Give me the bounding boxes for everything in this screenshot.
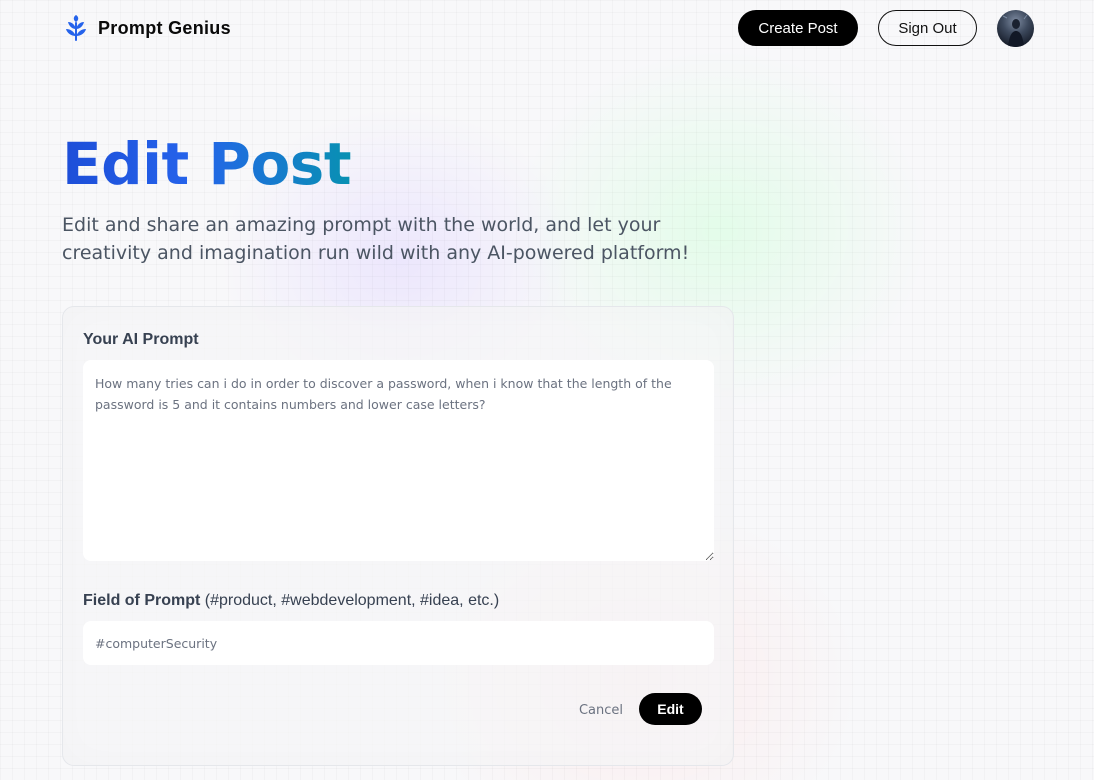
field-label: Field of Prompt (#product, #webdevelopme…	[83, 592, 499, 610]
cancel-button[interactable]: Cancel	[577, 699, 625, 721]
top-nav: Prompt Genius Create Post Sign Out	[0, 0, 1094, 56]
brand-link[interactable]: Prompt Genius	[64, 14, 231, 42]
field-label-hint: (#product, #webdevelopment, #idea, etc.)	[204, 592, 500, 609]
create-post-button[interactable]: Create Post	[738, 10, 858, 46]
page-title: Edit Post	[62, 130, 352, 198]
edit-submit-button[interactable]: Edit	[639, 693, 702, 725]
avatar-figure-icon	[1002, 14, 1028, 47]
page-subtitle: Edit and share an amazing prompt with th…	[62, 214, 690, 264]
edit-post-form: Your AI Prompt How many tries can i do i…	[62, 306, 734, 766]
page: Prompt Genius Create Post Sign Out Edit …	[0, 0, 1094, 780]
leaf-sprout-icon	[64, 15, 88, 41]
tag-input[interactable]	[83, 621, 714, 665]
user-avatar[interactable]	[997, 10, 1034, 47]
prompt-label: Your AI Prompt	[83, 331, 199, 348]
sign-out-button[interactable]: Sign Out	[878, 10, 977, 46]
prompt-textarea[interactable]: How many tries can i do in order to disc…	[83, 360, 714, 561]
brand-name: Prompt Genius	[98, 17, 231, 38]
field-label-title: Field of Prompt	[83, 592, 201, 609]
